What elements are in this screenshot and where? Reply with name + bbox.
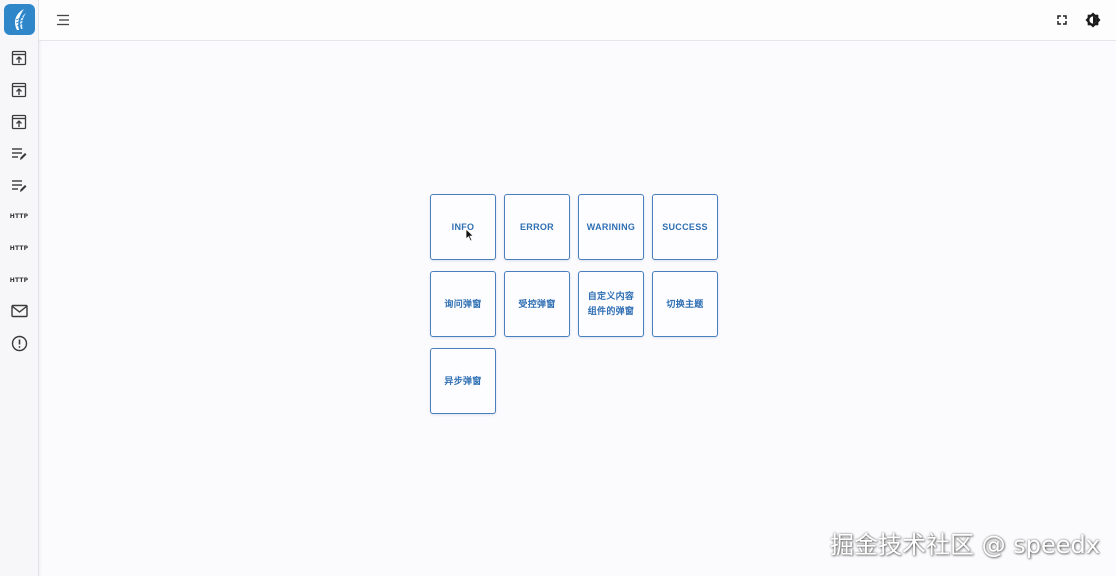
edit-list-icon [12, 148, 27, 160]
controlled-dialog-button[interactable]: 受控弹窗 [504, 271, 570, 337]
top-header [39, 0, 1116, 41]
upload-window-icon [11, 50, 27, 66]
sidebar-item-http-3[interactable]: HTTP [0, 267, 38, 293]
theme-toggle-icon [1085, 12, 1101, 28]
watermark-text: 掘金技术社区 @ speedx [830, 531, 1100, 559]
http-icon: HTTP [9, 212, 29, 220]
modal-demo-grid: INFO ERROR WARINING SUCCESS 询问弹窗 受控弹窗 自定… [430, 194, 718, 414]
edit-list-icon [12, 180, 27, 192]
custom-content-dialog-button[interactable]: 自定义内容 组件的弹窗 [578, 271, 644, 337]
sidebar-item-form-1[interactable] [0, 141, 38, 167]
sidebar-item-modal-1[interactable] [0, 45, 38, 71]
success-button[interactable]: SUCCESS [652, 194, 718, 260]
sidebar-item-modal-3[interactable] [0, 109, 38, 135]
menu-toggle-button[interactable] [53, 10, 73, 30]
http-icon: HTTP [9, 244, 29, 252]
warning-button[interactable]: WARINING [578, 194, 644, 260]
confirm-dialog-button[interactable]: 询问弹窗 [430, 271, 496, 337]
upload-window-icon [11, 82, 27, 98]
alert-circle-icon [11, 335, 27, 351]
upload-window-icon [11, 114, 27, 130]
sidebar-item-alert[interactable] [0, 330, 38, 356]
async-dialog-button[interactable]: 异步弹窗 [430, 348, 496, 414]
sidebar-item-modal-2[interactable] [0, 77, 38, 103]
logo-icon [14, 8, 26, 30]
app-logo[interactable] [4, 4, 35, 35]
mail-icon [10, 304, 28, 318]
info-button[interactable]: INFO [430, 194, 496, 260]
sidebar-item-http-2[interactable]: HTTP [0, 235, 38, 261]
fullscreen-icon [1057, 15, 1067, 25]
app-root: HTTP HTTP HTTP INFO ERROR WARINING SUCCE… [0, 0, 1116, 576]
sidebar: HTTP HTTP HTTP [0, 0, 39, 576]
sidebar-item-form-2[interactable] [0, 173, 38, 199]
error-button[interactable]: ERROR [504, 194, 570, 260]
mouse-cursor-icon [465, 228, 475, 242]
theme-toggle-button[interactable] [1083, 10, 1103, 30]
fullscreen-button[interactable] [1052, 10, 1072, 30]
sidebar-item-http-1[interactable]: HTTP [0, 203, 38, 229]
http-icon: HTTP [9, 276, 29, 284]
switch-theme-button[interactable]: 切换主题 [652, 271, 718, 337]
sidebar-item-mail[interactable] [0, 298, 38, 324]
menu-icon [57, 14, 69, 26]
